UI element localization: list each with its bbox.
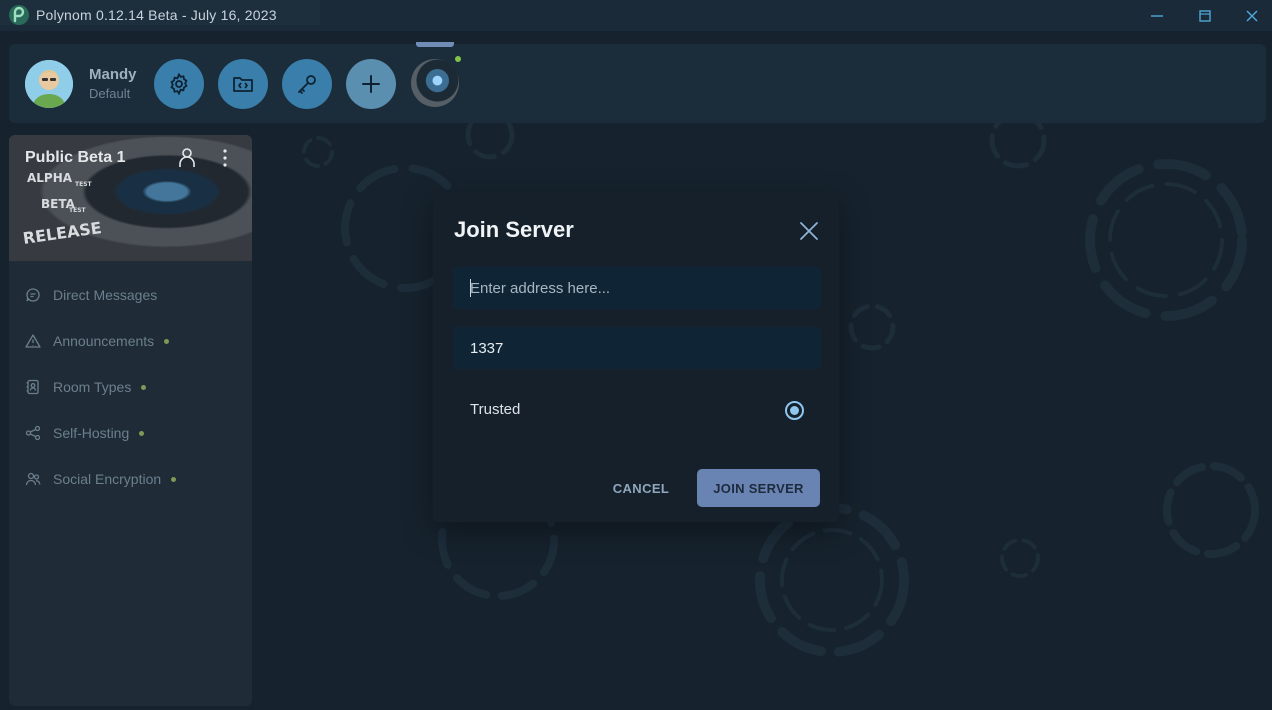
settings-button[interactable] <box>154 59 204 109</box>
maximize-button[interactable] <box>1182 0 1228 31</box>
server-menu-icon[interactable] <box>218 147 232 169</box>
contacts-icon <box>26 379 39 395</box>
member-icon[interactable] <box>177 147 197 169</box>
unread-dot <box>171 476 177 482</box>
nav-item-direct-messages[interactable]: Direct Messages <box>9 272 252 318</box>
nav-item-social-encryption[interactable]: Social Encryption <box>9 456 252 502</box>
key-icon <box>298 75 316 94</box>
text-caret <box>470 279 471 297</box>
nav-item-announcements[interactable]: Announcements <box>9 318 252 364</box>
plus-icon <box>362 75 380 93</box>
close-dialog-icon[interactable] <box>797 219 821 243</box>
share-icon <box>25 425 41 441</box>
window-title: Polynom 0.12.14 Beta - July 16, 2023 <box>36 7 277 23</box>
folder-code-button[interactable] <box>218 59 268 109</box>
avatar-icon <box>25 60 73 108</box>
user-status: Default <box>89 86 131 101</box>
nav-item-label: Social Encryption <box>53 471 162 487</box>
avatar[interactable] <box>25 60 73 108</box>
trusted-radio[interactable] <box>785 401 804 420</box>
message-icon <box>26 288 40 302</box>
minimize-button[interactable] <box>1134 0 1180 31</box>
unread-dot <box>139 430 145 436</box>
server-banner[interactable]: ALPHA TEST BETA TEST RELEASE Public Beta… <box>9 135 252 261</box>
address-input[interactable] <box>453 267 821 309</box>
port-input[interactable] <box>453 327 821 369</box>
cancel-button[interactable]: CANCEL <box>603 469 679 507</box>
nav-item-label: Announcements <box>53 333 155 349</box>
minimize-icon <box>1151 14 1163 17</box>
maximize-icon <box>1199 9 1211 22</box>
folder-code-icon <box>233 77 253 92</box>
title-bar: Polynom 0.12.14 Beta - July 16, 2023 <box>0 0 1272 31</box>
join-server-dialog: Join Server Trusted CANCEL JOIN SERVER <box>433 192 839 522</box>
app-logo-icon <box>9 5 29 25</box>
user-name: Mandy <box>89 66 137 83</box>
active-server-indicator <box>416 42 454 47</box>
nav-item-room-types[interactable]: Room Types <box>9 364 252 410</box>
dialog-title: Join Server <box>454 217 574 242</box>
banner-label-test-2: TEST <box>69 207 86 214</box>
close-icon <box>1246 9 1258 22</box>
nav-item-self-hosting[interactable]: Self-Hosting <box>9 410 252 456</box>
join-server-button[interactable]: JOIN SERVER <box>697 469 820 507</box>
banner-label-test: TEST <box>75 181 92 188</box>
server-thumbnail-button[interactable] <box>411 59 459 107</box>
gear-icon <box>170 72 188 96</box>
profile-bar: Mandy Default <box>9 42 1266 123</box>
nav-item-label: Self-Hosting <box>53 425 130 441</box>
radio-selected-indicator <box>790 406 799 415</box>
key-button[interactable] <box>282 59 332 109</box>
unread-dot <box>164 338 170 344</box>
sidebar: ALPHA TEST BETA TEST RELEASE Public Beta… <box>9 135 252 706</box>
banner-label-alpha: ALPHA <box>27 171 73 185</box>
nav-item-label: Direct Messages <box>53 287 158 303</box>
people-icon <box>25 472 41 486</box>
nav-item-label: Room Types <box>53 379 132 395</box>
close-window-button[interactable] <box>1229 0 1272 31</box>
unread-dot <box>141 384 147 390</box>
channel-list: Direct Messages Announcements Room Types… <box>9 272 252 502</box>
trusted-label: Trusted <box>470 401 521 418</box>
add-server-button[interactable] <box>346 59 396 109</box>
server-name: Public Beta 1 <box>25 149 126 166</box>
server-online-dot <box>455 56 461 62</box>
warning-icon <box>25 334 41 348</box>
